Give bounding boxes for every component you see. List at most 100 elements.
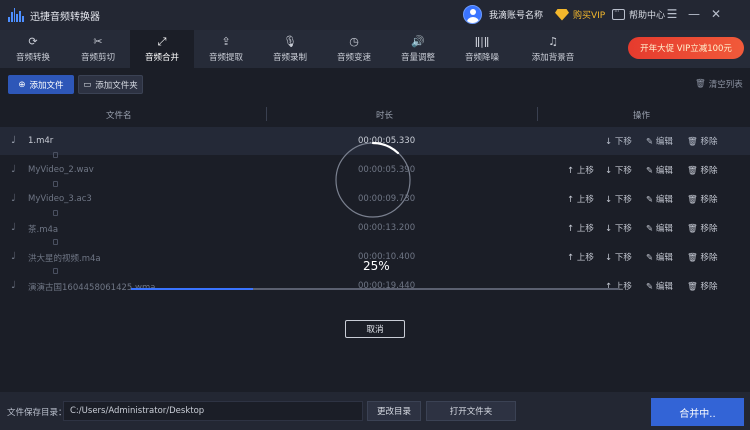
move-down-label: 下移	[614, 166, 632, 176]
username[interactable]: 我滴账号名称	[489, 8, 543, 21]
help-center-button[interactable]: 帮助中心	[612, 7, 666, 21]
move-down-button[interactable]: ↓ 下移	[605, 193, 632, 205]
move-up-button[interactable]: ↑ 上移	[605, 280, 632, 292]
music-note-icon: ♩	[11, 280, 16, 291]
help-label: 帮助中心	[629, 11, 666, 21]
vip-label: 购买VIP	[573, 11, 606, 21]
nav-audio-extract[interactable]: ⇪ 音频提取	[194, 30, 258, 68]
merge-icon: ⤢	[157, 35, 167, 48]
chat-bubble-icon	[612, 7, 625, 20]
edit-button[interactable]: ✎ 编辑	[646, 164, 673, 176]
edit-label: 编辑	[655, 137, 673, 147]
open-folder-button[interactable]: 打开文件夹	[426, 401, 516, 421]
file-duration: 00:00:13.200	[358, 223, 416, 233]
file-name: MyVideo_3.ac3	[28, 194, 92, 204]
move-down-label: 下移	[614, 253, 632, 263]
remove-button[interactable]: 🗑 移除	[687, 193, 718, 205]
table-row[interactable]: ♩ 演演古国1604458061425.wma 00:00:19.440 ↑ 上…	[0, 272, 750, 300]
nav-label: 音频录制	[272, 53, 307, 63]
trash-icon: 🗑	[695, 79, 706, 89]
nav-label: 音频降噪	[464, 53, 499, 63]
merge-button[interactable]: 合并中..	[651, 398, 744, 426]
nav-audio-record[interactable]: 🎙 音频录制	[258, 30, 322, 68]
move-up-label: 上移	[576, 166, 594, 176]
nav-label: 音频合并	[144, 53, 179, 63]
change-dir-button[interactable]: 更改目录	[367, 401, 421, 421]
menu-icon[interactable]: ☰	[664, 6, 680, 22]
col-header-ops: 操作	[633, 111, 651, 121]
nav-label: 音频提取	[208, 53, 243, 63]
microphone-icon: 🎙	[283, 35, 297, 48]
minimize-icon[interactable]: —	[686, 6, 702, 22]
nav-audio-merge[interactable]: ⤢ 音频合并	[130, 30, 194, 68]
close-icon[interactable]: ✕	[708, 6, 724, 22]
promo-banner[interactable]: 开年大促 VIP立减100元	[628, 37, 744, 59]
avatar[interactable]	[463, 5, 482, 24]
remove-button[interactable]: 🗑 移除	[687, 222, 718, 234]
clear-list-label: 清空列表	[708, 80, 743, 90]
move-up-label: 上移	[576, 195, 594, 205]
nav-audio-speed[interactable]: ◷ 音频变速	[322, 30, 386, 68]
move-down-button[interactable]: ↓ 下移	[605, 251, 632, 263]
file-name: MyVideo_2.wav	[28, 165, 94, 175]
nav-add-bgm[interactable]: ♫ 添加背景音	[514, 30, 592, 68]
add-file-button[interactable]: ⊕ 添加文件	[8, 75, 74, 94]
add-file-label: 添加文件	[29, 80, 64, 91]
edit-button[interactable]: ✎ 编辑	[646, 280, 673, 292]
file-name: 演演古国1604458061425.wma	[28, 283, 156, 293]
remove-button[interactable]: 🗑 移除	[687, 280, 718, 292]
save-path-field[interactable]: C:/Users/Administrator/Desktop	[63, 401, 363, 421]
move-up-button[interactable]: ↑ 上移	[567, 164, 594, 176]
refresh-icon: ⟳	[28, 35, 38, 48]
edit-label: 编辑	[655, 224, 673, 234]
col-header-name: 文件名	[106, 111, 132, 121]
music-note-icon: ♩	[11, 135, 16, 146]
nav-label: 音量调整	[400, 53, 435, 63]
remove-label: 移除	[700, 166, 718, 176]
vip-gem-icon	[555, 8, 569, 21]
move-up-button[interactable]: ↑ 上移	[567, 222, 594, 234]
move-up-button[interactable]: ↑ 上移	[567, 193, 594, 205]
cancel-button[interactable]: 取消	[345, 320, 405, 338]
nav-label: 音频剪切	[80, 53, 115, 63]
nav-label: 音频转换	[15, 53, 50, 63]
edit-label: 编辑	[655, 166, 673, 176]
remove-button[interactable]: 🗑 移除	[687, 251, 718, 263]
music-add-icon: ♫	[548, 35, 558, 48]
add-folder-label: 添加文件夹	[95, 80, 138, 91]
move-down-button[interactable]: ↓ 下移	[605, 135, 632, 147]
extract-icon: ⇪	[221, 35, 231, 48]
file-name: 1.m4r	[28, 136, 54, 146]
file-name: 茶.m4a	[28, 225, 59, 235]
nav-volume-adjust[interactable]: 🔊 音量调整	[386, 30, 450, 68]
remove-label: 移除	[700, 224, 718, 234]
edit-button[interactable]: ✎ 编辑	[646, 135, 673, 147]
app-logo-icon	[8, 8, 24, 22]
edit-label: 编辑	[655, 195, 673, 205]
nav-audio-convert[interactable]: ⟳ 音频转换	[0, 30, 66, 68]
nav-label: 音频变速	[336, 53, 371, 63]
move-down-button[interactable]: ↓ 下移	[605, 222, 632, 234]
clear-list-button[interactable]: 🗑 清空列表	[695, 78, 743, 90]
move-down-label: 下移	[614, 195, 632, 205]
nav-noise-reduce[interactable]: ǁ|ǁ 音频降噪	[450, 30, 514, 68]
noise-icon: ǁ|ǁ	[474, 35, 490, 48]
move-up-label: 上移	[576, 224, 594, 234]
user-account[interactable]: 我滴账号名称	[463, 5, 543, 24]
volume-icon: 🔊	[411, 35, 425, 48]
remove-button[interactable]: 🗑 移除	[687, 164, 718, 176]
nav-label: 添加背景音	[531, 53, 575, 63]
buy-vip-button[interactable]: 购买VIP	[555, 8, 605, 21]
nav-audio-cut[interactable]: ✂ 音频剪切	[66, 30, 130, 68]
progress-bar	[131, 288, 619, 290]
move-down-button[interactable]: ↓ 下移	[605, 164, 632, 176]
edit-button[interactable]: ✎ 编辑	[646, 193, 673, 205]
move-up-button[interactable]: ↑ 上移	[567, 251, 594, 263]
remove-button[interactable]: 🗑 移除	[687, 135, 718, 147]
edit-button[interactable]: ✎ 编辑	[646, 222, 673, 234]
edit-button[interactable]: ✎ 编辑	[646, 251, 673, 263]
music-note-icon: ♩	[11, 251, 16, 262]
col-header-duration: 时长	[376, 111, 394, 121]
add-folder-button[interactable]: ▭ 添加文件夹	[78, 75, 143, 94]
speed-icon: ◷	[349, 35, 359, 48]
